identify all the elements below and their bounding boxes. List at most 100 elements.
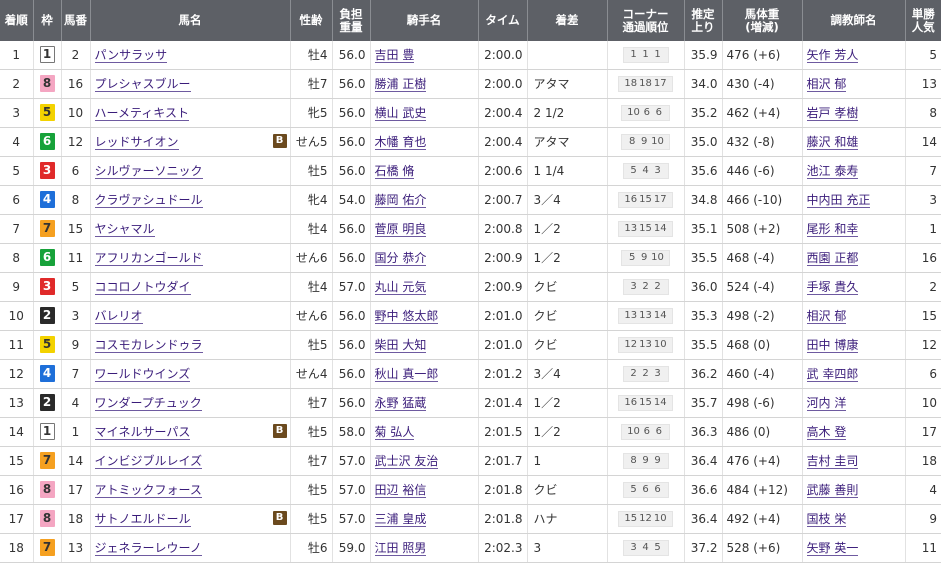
jockey-link[interactable]: 秋山 真一郎 <box>374 367 439 382</box>
frame-badge: 7 <box>39 539 55 556</box>
time-cell: 2:00.4 <box>478 127 528 157</box>
header-sex-age[interactable]: 性齢 <box>290 0 333 41</box>
horse-name-link[interactable]: ハーメティキスト <box>94 106 189 121</box>
horse-name-link[interactable]: レッドサイオン <box>94 135 179 150</box>
jockey-link[interactable]: 勝浦 正樹 <box>374 77 427 92</box>
horse-name-cell: クラヴァシュドール <box>90 185 291 215</box>
jockey-link[interactable]: 藤岡 佑介 <box>374 193 427 208</box>
header-frame[interactable]: 枠 <box>33 0 62 41</box>
jockey-link[interactable]: 横山 武史 <box>374 106 427 121</box>
horse-name-cell: コスモカレンドゥラ <box>90 330 291 360</box>
rank-cell: 7 <box>0 214 34 244</box>
horse-name-link[interactable]: サトノエルドール <box>94 512 191 527</box>
trainer-link[interactable]: 田中 博康 <box>806 338 859 353</box>
popularity-cell: 17 <box>905 417 941 447</box>
jockey-link[interactable]: 菅原 明良 <box>374 222 427 237</box>
trainer-link[interactable]: 河内 洋 <box>806 396 847 411</box>
horse-name-link[interactable]: クラヴァシュドール <box>94 193 203 208</box>
body-weight-cell: 484 (+12) <box>722 475 803 505</box>
rank-value: 7 <box>12 221 21 236</box>
horse-name-link[interactable]: バレリオ <box>94 309 143 324</box>
header-trainer[interactable]: 調教師名 <box>802 0 906 41</box>
trainer-link[interactable]: 相沢 郁 <box>806 77 847 92</box>
trainer-link[interactable]: 手塚 貴久 <box>806 280 859 295</box>
horse-name-link[interactable]: マイネルサーパス <box>94 425 191 440</box>
horse-name-link[interactable]: アトミックフォース <box>94 483 202 498</box>
popularity-cell: 12 <box>905 330 941 360</box>
time-cell: 2:00.7 <box>478 185 528 215</box>
header-rank[interactable]: 着順 <box>0 0 34 41</box>
trainer-link[interactable]: 武藤 善則 <box>806 483 859 498</box>
horse-name-link[interactable]: ワンダープチュック <box>94 396 202 411</box>
jockey-cell: 菅原 明良 <box>370 214 479 244</box>
trainer-link[interactable]: 岩戸 孝樹 <box>806 106 859 121</box>
jockey-link[interactable]: 柴田 大知 <box>374 338 427 353</box>
horse-name-link[interactable]: コスモカレンドゥラ <box>94 338 203 353</box>
trainer-cell: 矢野 英一 <box>802 533 906 563</box>
jockey-link[interactable]: 江田 照男 <box>374 541 427 556</box>
jockey-link[interactable]: 野中 悠太郎 <box>374 309 439 324</box>
jockey-link[interactable]: 石橋 脩 <box>374 164 415 179</box>
last3f-cell: 36.4 <box>684 446 723 476</box>
header-last3f[interactable]: 推定 上り <box>684 0 723 41</box>
table-row: 6 4 8 クラヴァシュドール 牝4 54.0 藤岡 佑介 2:00.7 3／4 16 15 17 34… <box>0 185 941 215</box>
corner-positions: 12 13 10 <box>618 337 673 353</box>
popularity-cell: 7 <box>905 156 941 186</box>
trainer-link[interactable]: 武 幸四郎 <box>806 367 859 382</box>
horse-name-link[interactable]: プレシャスブルー <box>94 77 191 92</box>
rank-value: 13 <box>8 395 24 410</box>
trainer-link[interactable]: 吉村 圭司 <box>806 454 859 469</box>
horse-name-link[interactable]: パンサラッサ <box>94 48 168 64</box>
table-row: 18 7 13 ジェネラーレウーノ 牡6 59.0 江田 照男 2:02.3 3 3 4 5 37.2 5… <box>0 533 941 563</box>
jockey-link[interactable]: 田辺 裕信 <box>374 483 427 498</box>
jockey-cell: 柴田 大知 <box>370 330 479 360</box>
body-weight-cell: 476 (+4) <box>722 446 803 476</box>
header-corner[interactable]: コーナー 通過順位 <box>607 0 685 41</box>
header-popularity[interactable]: 単勝 人気 <box>905 0 941 41</box>
jockey-link[interactable]: 武士沢 友治 <box>374 454 439 469</box>
header-weight[interactable]: 負担 重量 <box>332 0 371 41</box>
body-weight-cell: 486 (0) <box>722 417 803 447</box>
trainer-link[interactable]: 中内田 充正 <box>806 193 871 208</box>
trainer-link[interactable]: 池江 泰寿 <box>806 164 859 179</box>
trainer-link[interactable]: 矢作 芳人 <box>806 48 859 64</box>
jockey-link[interactable]: 永野 猛蔵 <box>374 396 427 411</box>
header-horse-name[interactable]: 馬名 <box>90 0 291 41</box>
trainer-link[interactable]: 西園 正都 <box>806 251 859 266</box>
header-body-weight[interactable]: 馬体重 (増減) <box>722 0 803 41</box>
header-horse-number[interactable]: 馬番 <box>61 0 91 41</box>
table-row: 16 8 17 アトミックフォース 牡5 57.0 田辺 裕信 2:01.8 クビ 5 6 6 36.6… <box>0 475 941 505</box>
horse-name-link[interactable]: インビジブルレイズ <box>94 454 203 469</box>
trainer-link[interactable]: 尾形 和幸 <box>806 222 859 237</box>
horse-name-link[interactable]: ジェネラーレウーノ <box>94 541 202 556</box>
horse-name-link[interactable]: アフリカンゴールド <box>94 251 203 266</box>
trainer-cell: 矢作 芳人 <box>802 41 906 70</box>
horse-name-link[interactable]: ヤシャマル <box>94 222 155 237</box>
header-margin[interactable]: 着差 <box>527 0 608 41</box>
corner-cell: 899 <box>607 446 685 476</box>
jockey-link[interactable]: 吉田 豊 <box>374 48 415 64</box>
table-row: 13 2 4 ワンダープチュック 牡7 56.0 永野 猛蔵 2:01.4 1／2 16 15 14 3… <box>0 388 941 418</box>
last3f-cell: 35.9 <box>684 41 723 70</box>
jockey-link[interactable]: 三浦 皇成 <box>374 512 427 527</box>
jockey-link[interactable]: 丸山 元気 <box>374 280 427 295</box>
frame-badge: 3 <box>39 278 55 295</box>
jockey-link[interactable]: 菊 弘人 <box>374 425 415 440</box>
jockey-link[interactable]: 国分 恭介 <box>374 251 427 266</box>
header-jockey[interactable]: 騎手名 <box>370 0 479 41</box>
jockey-link[interactable]: 木幡 育也 <box>374 135 427 150</box>
horse-name-link[interactable]: シルヴァーソニック <box>94 164 203 179</box>
trainer-link[interactable]: 相沢 郁 <box>806 309 847 324</box>
table-row: 10 2 3 バレリオ せん6 56.0 野中 悠太郎 2:01.0 クビ 13 13 14 35.3 4… <box>0 301 941 331</box>
body-weight-cell: 508 (+2) <box>722 214 803 244</box>
trainer-link[interactable]: 高木 登 <box>806 425 847 440</box>
horse-name-link[interactable]: ココロノトウダイ <box>94 280 191 295</box>
header-time[interactable]: タイム <box>478 0 528 41</box>
horse-name-link[interactable]: ワールドウインズ <box>94 367 191 382</box>
trainer-link[interactable]: 矢野 英一 <box>806 541 859 556</box>
trainer-link[interactable]: 国枝 栄 <box>806 512 847 527</box>
results-body: 1 1 2 パンサラッサ 牡4 56.0 吉田 豊 2:00.0 1 1 1 35.9 476 (+6)… <box>0 41 941 563</box>
horse-number-cell: 16 <box>61 69 91 99</box>
trainer-link[interactable]: 藤沢 和雄 <box>806 135 859 150</box>
body-weight-cell: 498 (-2) <box>722 301 803 331</box>
